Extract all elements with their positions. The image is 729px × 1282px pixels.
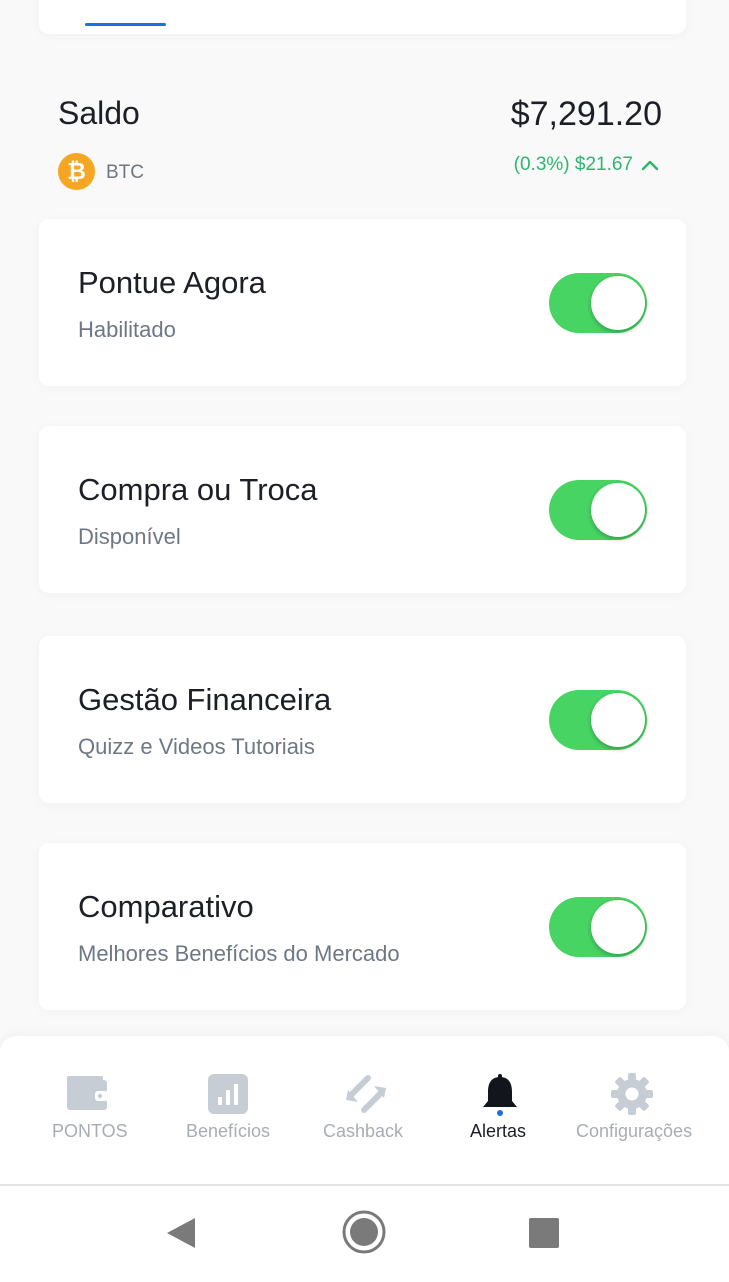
back-icon[interactable] xyxy=(163,1215,199,1251)
gestao-financeira-toggle[interactable] xyxy=(549,690,647,750)
nav-label: Alertas xyxy=(470,1121,527,1141)
active-tab-indicator xyxy=(85,23,166,26)
nav-item-pontos[interactable]: PONTOS xyxy=(40,1036,140,1184)
feature-subtitle: Melhores Benefícios do Mercado xyxy=(78,941,400,966)
top-tab-card xyxy=(39,0,686,34)
feature-title: Compra ou Troca xyxy=(78,472,318,507)
nav-item-alertas[interactable]: Alertas xyxy=(454,1036,544,1184)
coin-symbol: BTC xyxy=(106,162,144,183)
feature-card-compra-ou-troca: Compra ou Troca Disponível xyxy=(39,426,686,593)
recents-icon[interactable] xyxy=(528,1217,560,1249)
nav-label: Cashback xyxy=(323,1121,404,1141)
feature-subtitle: Habilitado xyxy=(78,317,176,342)
bottom-nav: PONTOS Benefícios Cashback Alertas Confi… xyxy=(0,1036,729,1184)
feature-card-gestao-financeira: Gestão Financeira Quizz e Videos Tutoria… xyxy=(39,636,686,803)
swap-arrows-icon xyxy=(346,1075,386,1113)
nav-label: Configurações xyxy=(576,1121,693,1141)
balance-label: Saldo xyxy=(58,95,140,131)
nav-label: Benefícios xyxy=(186,1121,271,1141)
feature-title: Pontue Agora xyxy=(78,265,266,300)
wallet-icon xyxy=(67,1076,109,1110)
gear-icon xyxy=(611,1073,653,1115)
system-navigation-bar xyxy=(0,1184,729,1282)
feature-card-comparativo: Comparativo Melhores Benefícios do Merca… xyxy=(39,843,686,1010)
toggle-knob xyxy=(591,276,645,330)
toggle-knob xyxy=(591,483,645,537)
feature-subtitle: Quizz e Videos Tutoriais xyxy=(78,734,315,759)
nav-item-configuracoes[interactable]: Configurações xyxy=(572,1036,702,1184)
toggle-knob xyxy=(591,693,645,747)
balance-change: (0.3%) $21.67 xyxy=(514,154,659,176)
feature-subtitle: Disponível xyxy=(78,524,181,549)
bitcoin-icon: ₿ xyxy=(58,153,95,190)
nav-item-beneficios[interactable]: Benefícios xyxy=(180,1036,280,1184)
feature-card-pontue-agora: Pontue Agora Habilitado xyxy=(39,219,686,386)
nav-label: PONTOS xyxy=(52,1121,128,1141)
pontue-agora-toggle[interactable] xyxy=(549,273,647,333)
comparativo-toggle[interactable] xyxy=(549,897,647,957)
toggle-knob xyxy=(591,900,645,954)
balance-change-text: (0.3%) $21.67 xyxy=(513,154,633,175)
balance-value: $7,291.20 xyxy=(510,95,662,133)
nav-item-cashback[interactable]: Cashback xyxy=(318,1036,418,1184)
compra-ou-troca-toggle[interactable] xyxy=(549,480,647,540)
chevron-up-icon xyxy=(641,160,659,171)
feature-title: Comparativo xyxy=(78,889,254,924)
home-icon[interactable] xyxy=(341,1209,387,1255)
bar-chart-icon xyxy=(208,1074,248,1114)
feature-title: Gestão Financeira xyxy=(78,682,332,717)
bell-icon xyxy=(483,1074,517,1116)
